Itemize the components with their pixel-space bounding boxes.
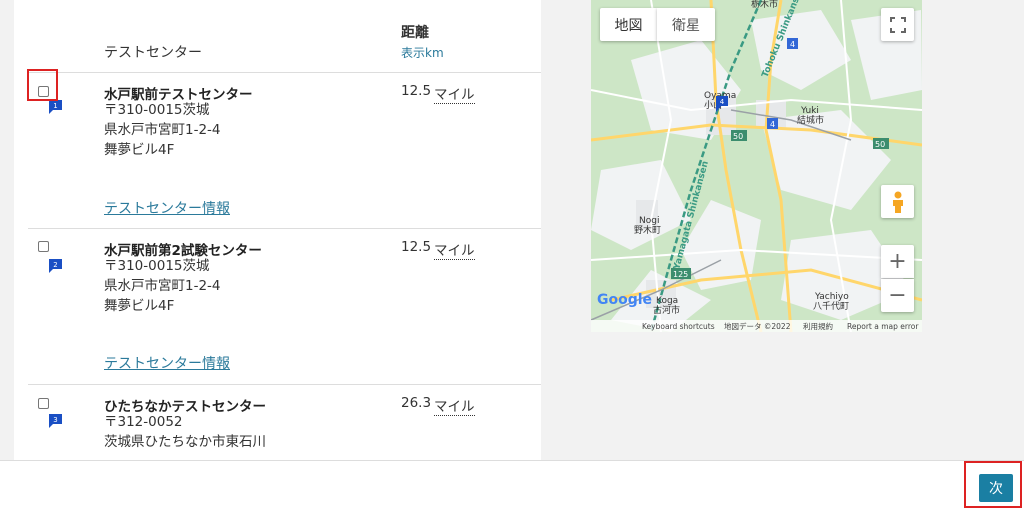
highlight-box [964,461,1022,508]
svg-text:4: 4 [770,120,775,129]
svg-text:利用規約: 利用規約 [803,321,833,331]
center-distance: 26.3 [401,395,432,411]
center-address-line1: 〒310-0015茨城 [104,102,210,118]
svg-text:古河市: 古河市 [653,304,680,316]
divider [28,228,541,229]
center-distance-unit: マイル [434,239,475,260]
svg-text:4: 4 [720,98,725,106]
center-address-line1: 〒312-0052 [104,414,183,430]
map-canvas: 栃木市 Oyama 小山 Yuki 結城市 Nogi 野木町 Koga 古河市 … [591,0,922,332]
center-list-panel: テストセンター 距離 表示km 1 水戸駅前テストセンター 〒310-0015茨… [14,0,541,460]
center-info-link[interactable]: テストセンター情報 [104,198,230,218]
map-pin-icon: 2 [49,259,62,273]
center-address-line2: 県水戸市宮町1-2-4 [104,122,221,138]
svg-text:結城市: 結城市 [797,114,824,126]
svg-text:2: 2 [53,261,57,269]
street-view-button[interactable] [881,185,914,218]
svg-text:Keyboard shortcuts: Keyboard shortcuts [642,322,715,331]
column-header-center: テストセンター [104,45,202,61]
divider [28,384,541,385]
map-pin-icon: 3 [49,414,62,428]
zoom-out-button[interactable]: − [881,279,914,312]
map-view[interactable]: 栃木市 Oyama 小山 Yuki 結城市 Nogi 野木町 Koga 古河市 … [591,0,922,332]
svg-text:125: 125 [673,270,688,279]
fullscreen-icon [889,16,906,33]
center-address-line3: 舞夢ビル4F [104,298,175,314]
svg-text:Koga: Koga [656,296,678,306]
center-address-line1: 〒310-0015茨城 [104,258,210,274]
svg-text:50: 50 [733,132,743,141]
highlight-box [27,69,58,101]
svg-text:八千代町: 八千代町 [813,301,849,312]
map-type-satellite-button[interactable]: 衛星 [657,8,715,41]
map-pin-icon: 1 [49,100,62,114]
center-address-line3: 舞夢ビル4F [104,142,175,158]
svg-text:50: 50 [875,140,885,149]
center-distance: 12.5 [401,83,432,99]
distance-unit-toggle[interactable]: 表示km [401,44,444,61]
svg-text:4: 4 [790,40,795,49]
svg-text:Report a map error: Report a map error [847,322,919,331]
zoom-in-button[interactable]: + [881,245,914,278]
column-header-distance: 距離 [401,25,429,41]
svg-text:地図データ ©2022: 地図データ ©2022 [724,321,791,331]
center-address-line2: 県水戸市宮町1-2-4 [104,278,221,294]
footer-bar [0,460,1024,512]
center-info-link[interactable]: テストセンター情報 [104,353,230,373]
center-3-checkbox[interactable] [38,398,49,409]
svg-text:Yachiyo: Yachiyo [814,292,849,302]
fullscreen-button[interactable] [881,8,914,41]
svg-text:1: 1 [53,102,57,110]
center-distance: 12.5 [401,239,432,255]
svg-text:栃木市: 栃木市 [751,0,778,10]
pegman-icon [892,191,903,213]
map-type-map-button[interactable]: 地図 [600,8,657,41]
google-logo: Google [597,292,652,308]
center-2-checkbox[interactable] [38,241,49,252]
svg-text:Yuki: Yuki [800,106,819,116]
svg-text:3: 3 [53,416,57,424]
center-distance-unit: マイル [434,395,475,416]
center-address-line2: 茨城県ひたちなか市東石川 [104,434,266,450]
center-distance-unit: マイル [434,83,475,104]
divider [28,72,541,73]
svg-text:Nogi: Nogi [639,216,659,226]
svg-text:野木町: 野木町 [634,224,661,236]
